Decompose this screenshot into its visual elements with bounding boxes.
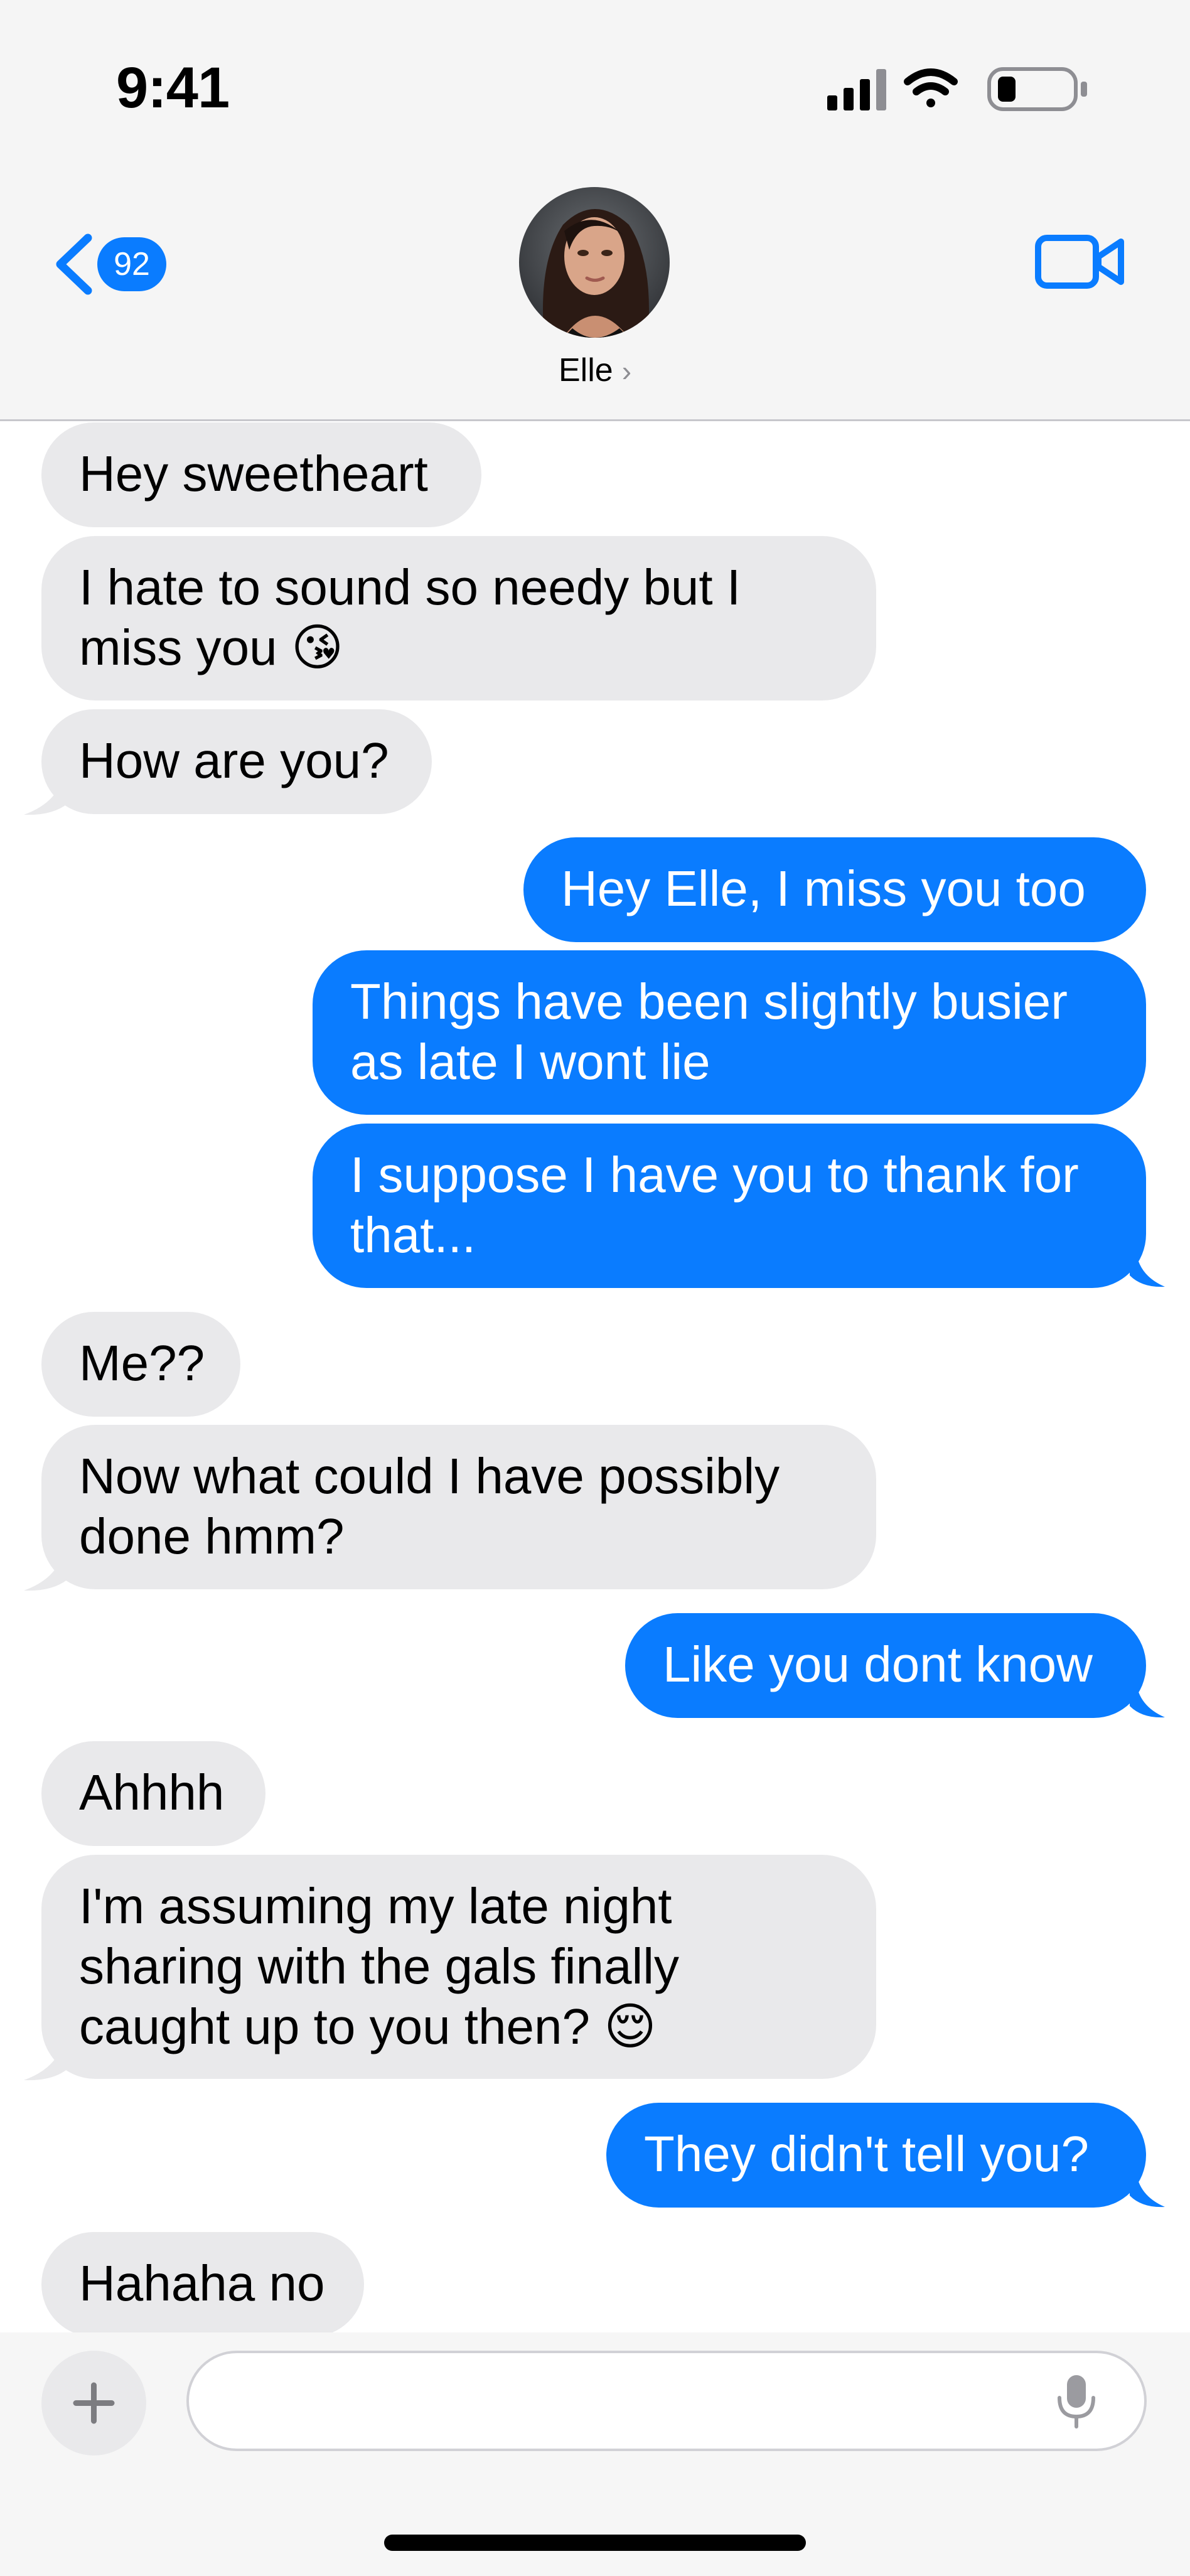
message-bubble-incoming[interactable]: Hey sweetheart: [41, 422, 481, 527]
plus-icon: [73, 2382, 115, 2424]
chevron-right-icon: ›: [621, 355, 632, 387]
message-bubble-outgoing[interactable]: Like you dont know: [625, 1613, 1146, 1718]
battery-icon: [987, 67, 1087, 111]
chevron-left-icon: [56, 233, 92, 295]
video-camera-icon[interactable]: [1034, 229, 1125, 295]
message-bubble-incoming[interactable]: Me??: [41, 1312, 240, 1417]
message-input[interactable]: [186, 2351, 1147, 2451]
cellular-signal-icon: [827, 69, 886, 110]
bubble-tail: [24, 778, 68, 815]
bubble-tail: [1130, 1681, 1165, 1718]
messages-app: 9:41 92 Elle › Hey sweetheart I hate to …: [0, 0, 1190, 2576]
status-icons: [827, 67, 1087, 111]
unread-count-badge: 92: [97, 237, 166, 291]
message-bubble-outgoing[interactable]: They didn't tell you?: [606, 2103, 1146, 2208]
message-bubble-incoming[interactable]: Now what could I have possibly done hmm?: [41, 1425, 876, 1589]
contact-avatar[interactable]: [519, 187, 670, 338]
contact-name: Elle: [558, 352, 613, 389]
home-indicator[interactable]: [384, 2535, 806, 2551]
status-time: 9:41: [116, 56, 230, 120]
message-bubble-outgoing[interactable]: I suppose I have you to thank for that..…: [313, 1124, 1146, 1288]
bubble-tail: [24, 2044, 68, 2081]
microphone-icon[interactable]: [1054, 2373, 1098, 2429]
message-bubble-incoming[interactable]: Ahhhh: [41, 1741, 265, 1846]
message-bubble-outgoing[interactable]: Hey Elle, I miss you too: [523, 837, 1146, 942]
add-attachment-button[interactable]: [41, 2351, 146, 2455]
contact-photo: [519, 187, 670, 338]
message-bubble-incoming[interactable]: I'm assuming my late night sharing with …: [41, 1855, 876, 2079]
bubble-tail: [1130, 1250, 1165, 1287]
contact-name-button[interactable]: Elle ›: [0, 352, 1190, 389]
message-bubble-outgoing[interactable]: Things have been slightly busier as late…: [313, 950, 1146, 1115]
conversation-header: 9:41 92 Elle ›: [0, 0, 1190, 421]
message-bubble-incoming[interactable]: I hate to sound so needy but I miss you …: [41, 536, 876, 700]
bubble-tail: [1130, 2171, 1165, 2208]
message-bubble-incoming[interactable]: Hahaha no: [41, 2232, 364, 2337]
wifi-icon: [904, 68, 958, 107]
message-bubble-incoming[interactable]: How are you?: [41, 709, 432, 814]
back-button[interactable]: 92: [50, 223, 176, 304]
bubble-tail: [24, 1554, 68, 1591]
